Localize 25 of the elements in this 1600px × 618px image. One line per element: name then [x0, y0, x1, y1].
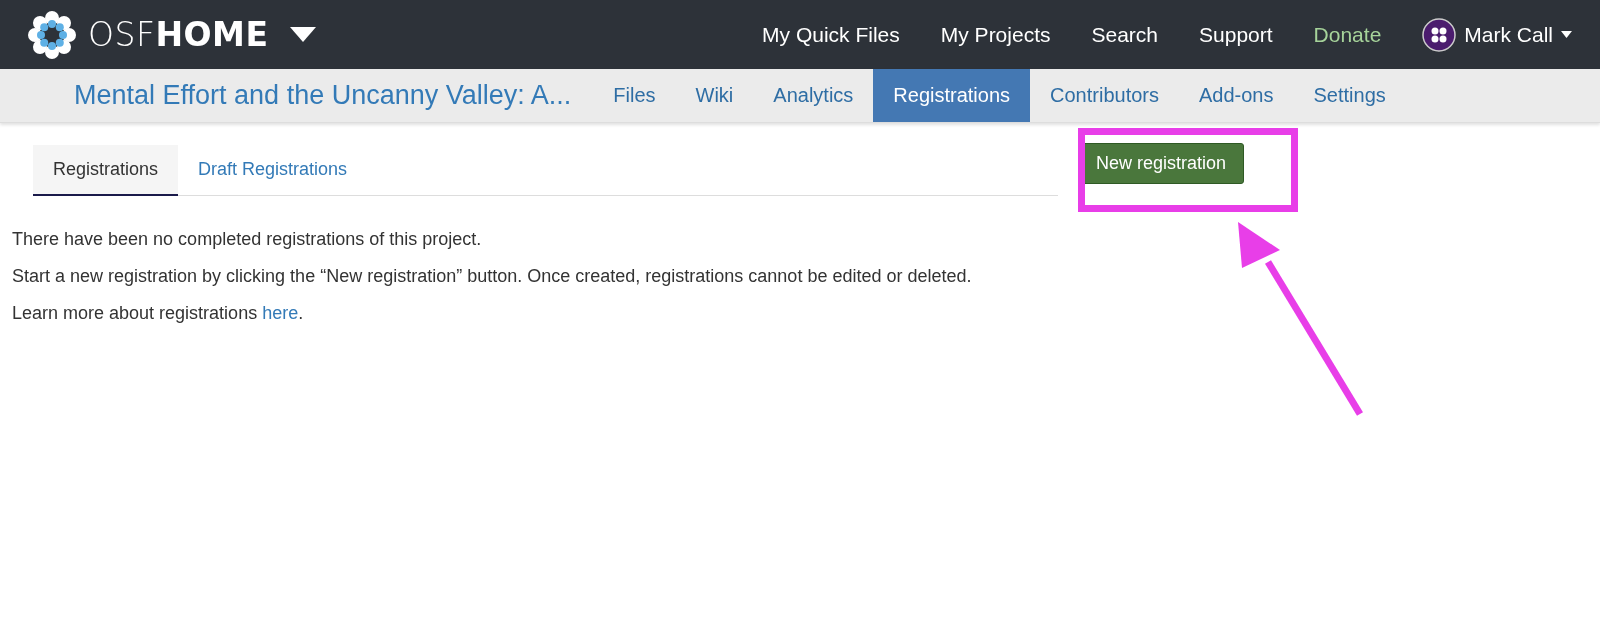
nav-link[interactable]: Support: [1199, 22, 1273, 47]
project-tab[interactable]: Analytics: [753, 69, 874, 122]
nav-link[interactable]: My Quick Files: [762, 22, 900, 47]
project-tab[interactable]: Registrations: [873, 69, 1031, 122]
paragraph: Start a new registration by clicking the “New registration” button. Once created, registrations cannot be edited or deleted.: [12, 265, 973, 288]
tab[interactable]: Draft Registrations: [178, 145, 368, 196]
tab[interactable]: Registrations: [33, 145, 179, 196]
project-tab[interactable]: Settings: [1293, 69, 1406, 122]
brand-name[interactable]: OSFHOME: [88, 15, 269, 54]
paragraph: Learn more about registrations here.: [12, 302, 305, 325]
project-title[interactable]: Mental Effort and the Uncanny Valley: A...: [74, 80, 572, 111]
caret-icon: [1561, 31, 1572, 38]
nav-link[interactable]: My Projects: [940, 22, 1051, 47]
paragraph: There have been no completed registrations of this project.: [12, 228, 483, 251]
here-link[interactable]: here: [262, 303, 299, 323]
donate-link[interactable]: Donate: [1313, 22, 1382, 47]
caret-icon[interactable]: [290, 27, 317, 42]
avatar-icon: [1422, 17, 1457, 52]
project-tab[interactable]: Add-ons: [1179, 69, 1294, 122]
user-menu[interactable]: Mark Call: [1422, 17, 1572, 52]
project-tab[interactable]: Contributors: [1030, 69, 1179, 122]
nav-link[interactable]: Search: [1091, 22, 1159, 47]
project-tab[interactable]: Files: [593, 69, 676, 122]
logo-icon: [28, 10, 76, 59]
project-tab[interactable]: Wiki: [675, 69, 754, 122]
